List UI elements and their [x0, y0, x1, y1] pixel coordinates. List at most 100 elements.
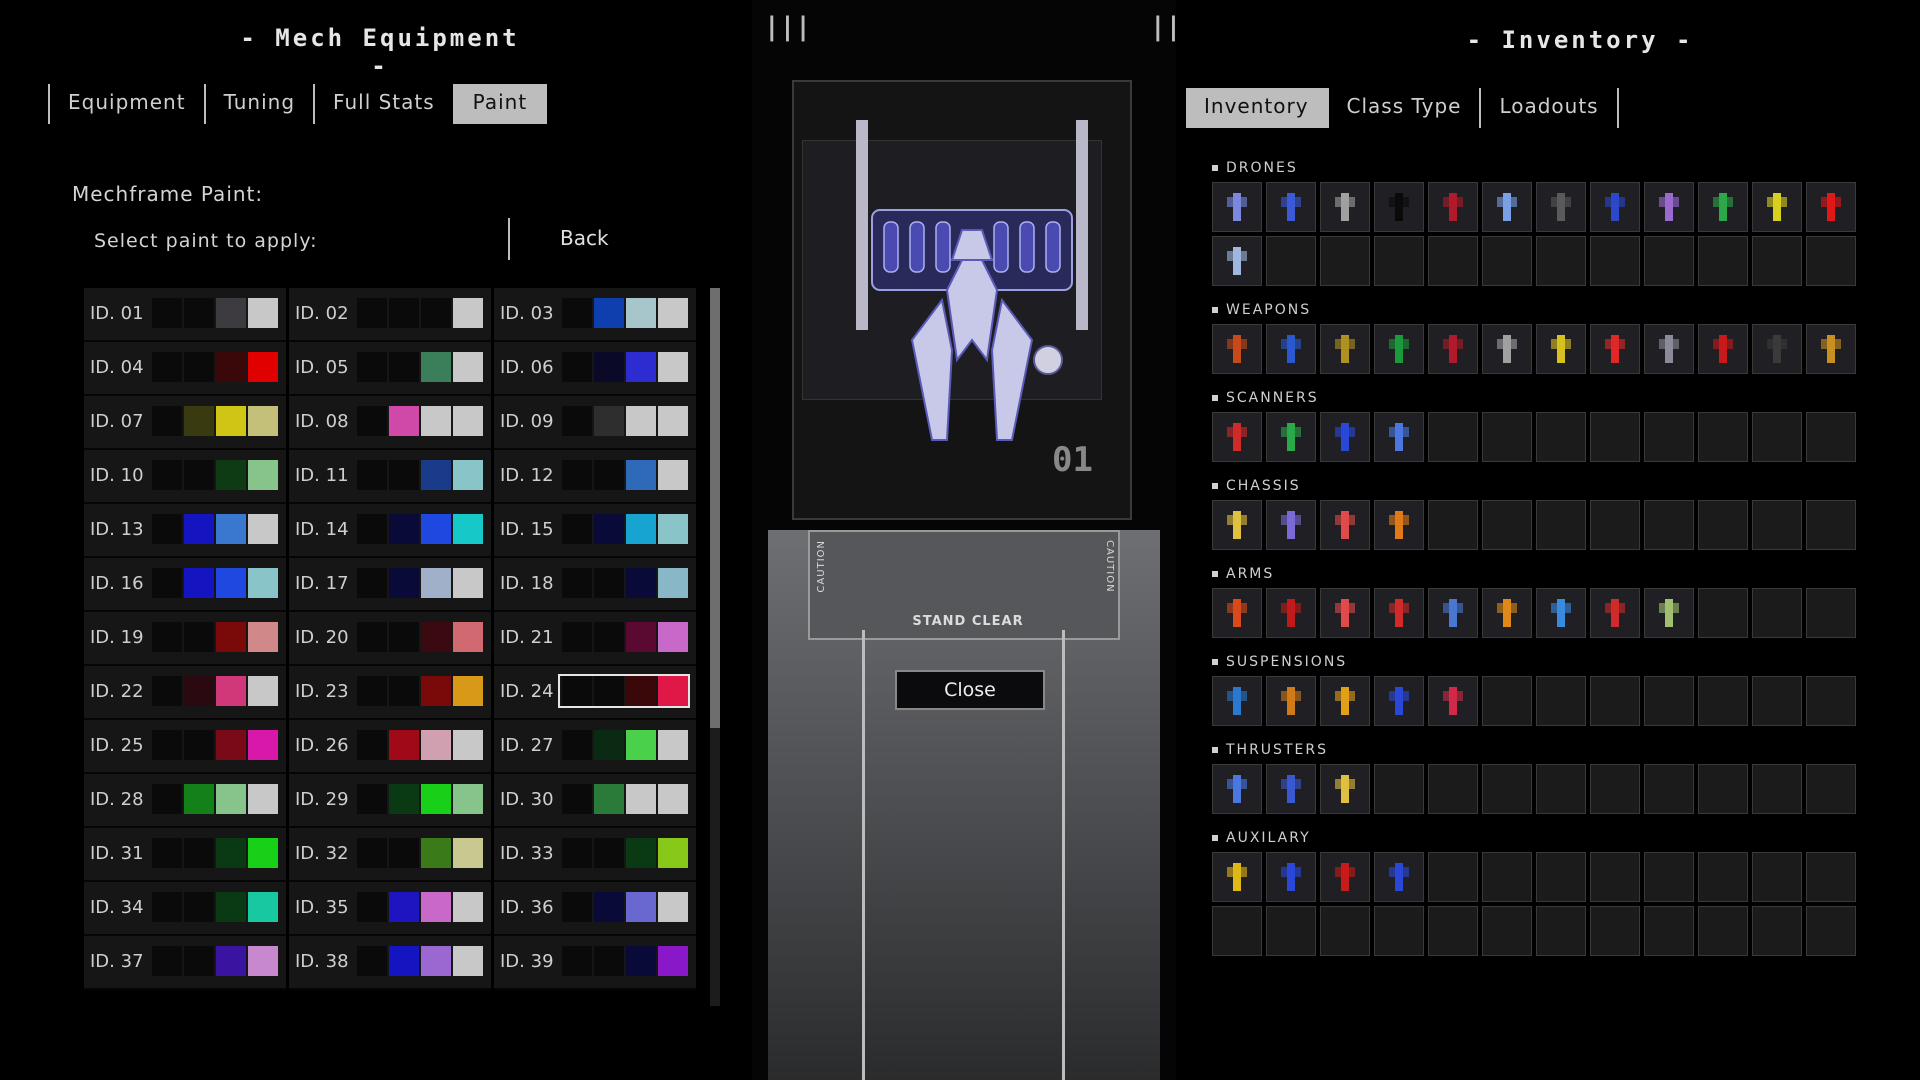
inventory-slot[interactable] — [1536, 906, 1586, 956]
inventory-slot[interactable] — [1644, 764, 1694, 814]
paint-option[interactable]: ID. 01 — [84, 288, 286, 342]
inventory-slot[interactable] — [1590, 182, 1640, 232]
paint-option[interactable]: ID. 12 — [494, 450, 696, 504]
inventory-slot[interactable] — [1698, 852, 1748, 902]
paint-option[interactable]: ID. 24 — [494, 666, 696, 720]
inventory-slot[interactable] — [1212, 906, 1262, 956]
paint-option[interactable]: ID. 37 — [84, 936, 286, 990]
inventory-slot[interactable] — [1374, 764, 1424, 814]
inventory-slot[interactable] — [1320, 412, 1370, 462]
inventory-slot[interactable] — [1536, 412, 1586, 462]
paint-option[interactable]: ID. 03 — [494, 288, 696, 342]
tab-equipment[interactable]: Equipment — [48, 84, 204, 124]
inventory-slot[interactable] — [1698, 412, 1748, 462]
paint-option[interactable]: ID. 35 — [289, 882, 491, 936]
inventory-slot[interactable] — [1320, 500, 1370, 550]
inventory-slot[interactable] — [1374, 412, 1424, 462]
inventory-slot[interactable] — [1266, 588, 1316, 638]
inventory-slot[interactable] — [1374, 236, 1424, 286]
inventory-slot[interactable] — [1212, 324, 1262, 374]
inventory-slot[interactable] — [1806, 764, 1856, 814]
paint-option[interactable]: ID. 28 — [84, 774, 286, 828]
inventory-slot[interactable] — [1698, 676, 1748, 726]
inventory-slot[interactable] — [1806, 324, 1856, 374]
inventory-slot[interactable] — [1212, 412, 1262, 462]
inventory-slot[interactable] — [1752, 500, 1802, 550]
inventory-slot[interactable] — [1212, 588, 1262, 638]
inventory-slot[interactable] — [1482, 236, 1532, 286]
paint-option[interactable]: ID. 04 — [84, 342, 286, 396]
inventory-slot[interactable] — [1644, 852, 1694, 902]
inventory-slot[interactable] — [1806, 852, 1856, 902]
inventory-slot[interactable] — [1590, 764, 1640, 814]
inventory-slot[interactable] — [1482, 500, 1532, 550]
paint-option[interactable]: ID. 10 — [84, 450, 286, 504]
inventory-slot[interactable] — [1212, 852, 1262, 902]
inventory-slot[interactable] — [1806, 412, 1856, 462]
inventory-slot[interactable] — [1698, 182, 1748, 232]
inventory-slot[interactable] — [1428, 182, 1478, 232]
paint-option[interactable]: ID. 09 — [494, 396, 696, 450]
inventory-slot[interactable] — [1698, 906, 1748, 956]
inventory-slot[interactable] — [1266, 412, 1316, 462]
inventory-slot[interactable] — [1266, 324, 1316, 374]
inventory-slot[interactable] — [1644, 500, 1694, 550]
inventory-slot[interactable] — [1752, 324, 1802, 374]
inventory-slot[interactable] — [1644, 906, 1694, 956]
paint-option[interactable]: ID. 19 — [84, 612, 286, 666]
tab-loadouts[interactable]: Loadouts — [1481, 88, 1619, 128]
inventory-slot[interactable] — [1266, 182, 1316, 232]
inventory-slot[interactable] — [1266, 500, 1316, 550]
inventory-slot[interactable] — [1536, 500, 1586, 550]
paint-option[interactable]: ID. 30 — [494, 774, 696, 828]
inventory-slot[interactable] — [1374, 676, 1424, 726]
inventory-slot[interactable] — [1212, 500, 1262, 550]
inventory-slot[interactable] — [1536, 236, 1586, 286]
inventory-slot[interactable] — [1482, 906, 1532, 956]
inventory-slot[interactable] — [1374, 500, 1424, 550]
inventory-slot[interactable] — [1752, 236, 1802, 286]
inventory-slot[interactable] — [1698, 236, 1748, 286]
paint-option[interactable]: ID. 16 — [84, 558, 286, 612]
inventory-slot[interactable] — [1482, 412, 1532, 462]
paint-option[interactable]: ID. 05 — [289, 342, 491, 396]
inventory-slot[interactable] — [1266, 852, 1316, 902]
inventory-slot[interactable] — [1428, 500, 1478, 550]
inventory-slot[interactable] — [1374, 182, 1424, 232]
inventory-slot[interactable] — [1806, 236, 1856, 286]
inventory-slot[interactable] — [1536, 852, 1586, 902]
paint-option[interactable]: ID. 25 — [84, 720, 286, 774]
inventory-slot[interactable] — [1590, 236, 1640, 286]
inventory-slot[interactable] — [1320, 906, 1370, 956]
inventory-slot[interactable] — [1752, 676, 1802, 726]
inventory-slot[interactable] — [1428, 676, 1478, 726]
inventory-slot[interactable] — [1752, 182, 1802, 232]
inventory-slot[interactable] — [1698, 500, 1748, 550]
inventory-slot[interactable] — [1320, 236, 1370, 286]
paint-option[interactable]: ID. 20 — [289, 612, 491, 666]
paint-option[interactable]: ID. 27 — [494, 720, 696, 774]
paint-option[interactable]: ID. 06 — [494, 342, 696, 396]
paint-option[interactable]: ID. 08 — [289, 396, 491, 450]
inventory-slot[interactable] — [1374, 588, 1424, 638]
inventory-slot[interactable] — [1212, 676, 1262, 726]
inventory-slot[interactable] — [1644, 588, 1694, 638]
paint-option[interactable]: ID. 02 — [289, 288, 491, 342]
inventory-slot[interactable] — [1590, 500, 1640, 550]
inventory-slot[interactable] — [1536, 676, 1586, 726]
inventory-slot[interactable] — [1806, 906, 1856, 956]
inventory-slot[interactable] — [1320, 764, 1370, 814]
inventory-slot[interactable] — [1536, 588, 1586, 638]
inventory-slot[interactable] — [1320, 324, 1370, 374]
inventory-slot[interactable] — [1374, 852, 1424, 902]
inventory-slot[interactable] — [1428, 588, 1478, 638]
paint-option[interactable]: ID. 34 — [84, 882, 286, 936]
inventory-slot[interactable] — [1482, 182, 1532, 232]
inventory-slot[interactable] — [1590, 588, 1640, 638]
tab-full-stats[interactable]: Full Stats — [313, 84, 453, 124]
inventory-slot[interactable] — [1482, 764, 1532, 814]
paint-option[interactable]: ID. 32 — [289, 828, 491, 882]
inventory-slot[interactable] — [1428, 412, 1478, 462]
paint-option[interactable]: ID. 39 — [494, 936, 696, 990]
inventory-slot[interactable] — [1374, 906, 1424, 956]
